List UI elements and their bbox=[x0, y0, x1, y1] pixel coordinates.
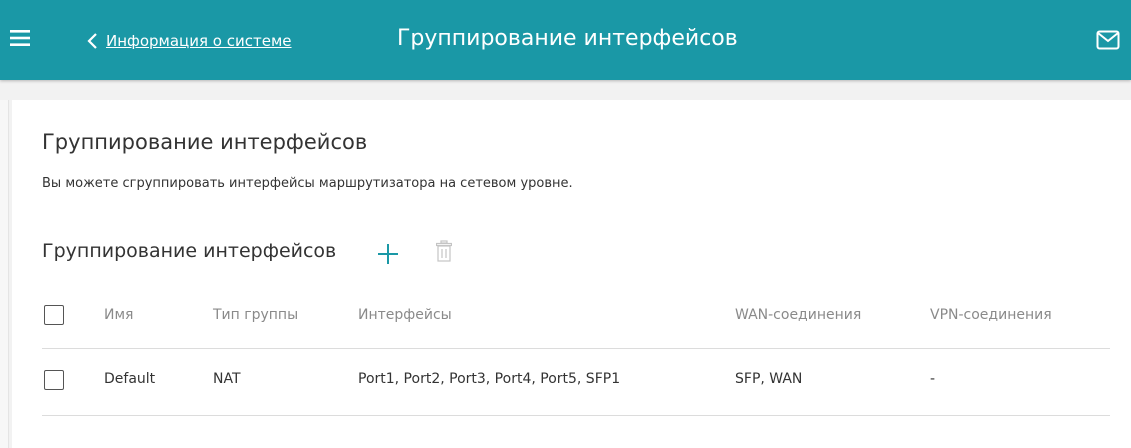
column-header-group-type: Тип группы bbox=[213, 307, 299, 323]
column-header-interfaces: Интерфейсы bbox=[358, 307, 452, 323]
chevron-left-icon bbox=[87, 33, 97, 49]
cell-interfaces: Port1, Port2, Port3, Port4, Port5, SFP1 bbox=[358, 371, 621, 387]
page-title: Группирование интерфейсов bbox=[397, 26, 738, 51]
section-title: Группирование интерфейсов bbox=[42, 130, 368, 154]
left-side-strip bbox=[0, 100, 9, 448]
row-checkbox[interactable] bbox=[44, 370, 64, 390]
column-header-wan-connections: WAN-соединения bbox=[735, 307, 862, 323]
column-header-name: Имя bbox=[104, 307, 134, 323]
plus-icon[interactable] bbox=[376, 242, 400, 266]
row-divider bbox=[42, 415, 1110, 416]
section-description: Вы можете сгруппировать интерфейсы маршр… bbox=[42, 176, 573, 191]
cell-group-type: NAT bbox=[213, 371, 241, 387]
table-title: Группирование интерфейсов bbox=[42, 240, 337, 262]
envelope-icon[interactable] bbox=[1096, 30, 1120, 50]
cell-vpn-connections: - bbox=[930, 371, 936, 387]
cell-name: Default bbox=[104, 371, 156, 387]
select-all-checkbox[interactable] bbox=[44, 305, 64, 325]
header-divider bbox=[42, 348, 1110, 349]
back-link-label: Информация о системе bbox=[106, 32, 292, 50]
trash-icon bbox=[436, 240, 452, 262]
hamburger-menu-icon[interactable] bbox=[10, 28, 30, 48]
back-link-system-info[interactable]: Информация о системе bbox=[86, 30, 292, 52]
column-header-vpn-connections: VPN-соединения bbox=[930, 307, 1052, 323]
cell-wan-connections: SFP, WAN bbox=[735, 371, 803, 387]
top-bar: Информация о системе Группирование интер… bbox=[0, 0, 1131, 80]
